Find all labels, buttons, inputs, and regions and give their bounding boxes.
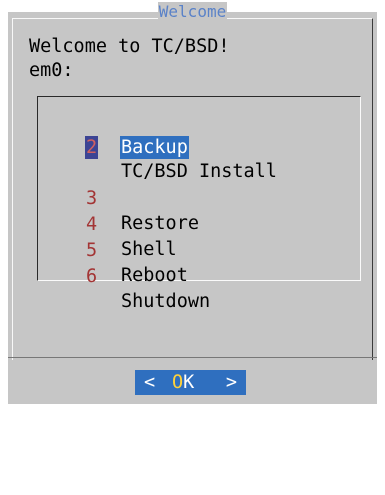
- menu-list: 1 TC/BSD Install 2 Backup 3 Restore 4 Sh…: [37, 96, 361, 312]
- menu-item-reboot[interactable]: 5 Reboot: [38, 213, 188, 286]
- interface-label: em0:: [29, 60, 74, 81]
- ok-rest: K: [183, 372, 195, 393]
- menu-item-restore[interactable]: 3 Restore: [38, 161, 199, 234]
- menu-item-label: TC/BSD Install: [121, 161, 277, 182]
- welcome-dialog: Welcome Welcome to TC/BSD! em0: 1 TC/BSD…: [8, 2, 377, 404]
- right-bracket: >: [225, 372, 237, 393]
- menu-item-number: 6: [86, 266, 98, 287]
- menu-item-tcbsd-install[interactable]: 1 TC/BSD Install: [38, 109, 277, 182]
- menu-item-backup[interactable]: 2 Backup: [38, 135, 189, 160]
- ok-hotkey: O: [172, 372, 184, 393]
- menu-item-label: Shutdown: [121, 291, 211, 312]
- menu-item-shell[interactable]: 4 Shell: [38, 187, 177, 260]
- menu-item-label: Reboot: [121, 265, 188, 286]
- menu-item-label: Restore: [121, 213, 199, 234]
- left-bracket: <: [144, 372, 156, 393]
- ok-button-label: OK: [172, 370, 194, 395]
- menu-item-number: 2: [85, 136, 99, 159]
- menu-item-label: Backup: [120, 136, 189, 159]
- welcome-message: Welcome to TC/BSD!: [29, 36, 230, 57]
- menu-item-shutdown[interactable]: 6 Shutdown: [38, 239, 210, 312]
- button-separator: [8, 357, 377, 358]
- menu-item-label: Shell: [121, 239, 177, 260]
- ok-button[interactable]: < OK >: [135, 370, 246, 395]
